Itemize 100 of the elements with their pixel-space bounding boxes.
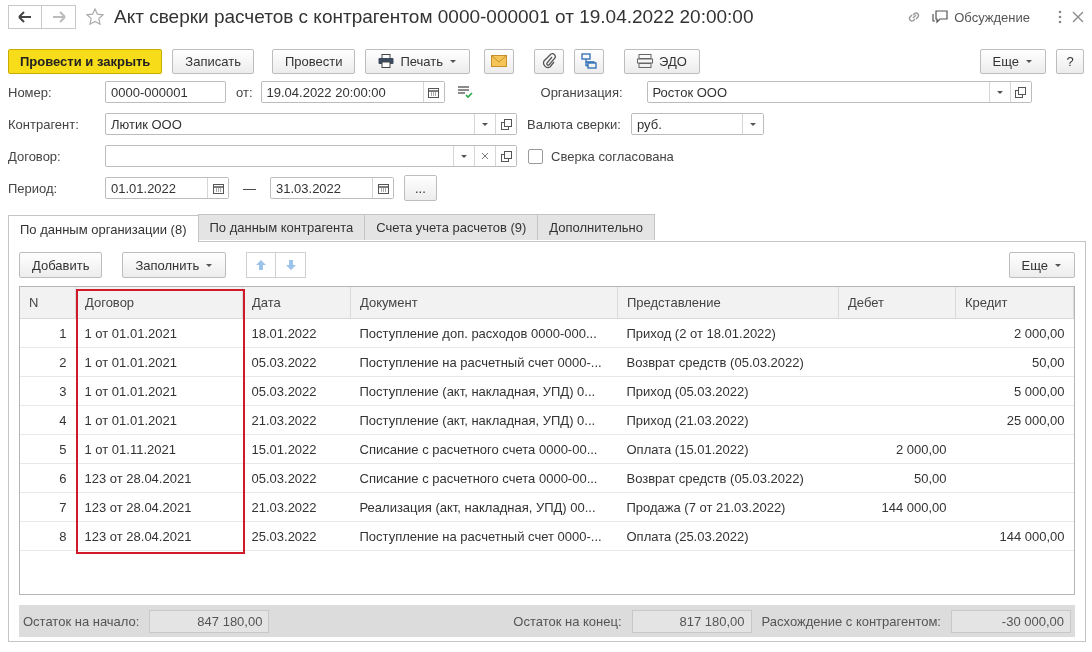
clear-icon: [481, 152, 489, 160]
back-button[interactable]: [8, 5, 42, 29]
column-header[interactable]: N: [20, 287, 76, 319]
right-arrow-icon: [51, 11, 66, 23]
printer-icon: [378, 54, 395, 68]
field-label: Валюта сверки:: [527, 116, 622, 132]
total-label: Остаток на начало:: [23, 613, 140, 629]
column-header[interactable]: Документ: [350, 287, 618, 319]
contract-field[interactable]: [105, 145, 517, 167]
field-label: Договор:: [8, 148, 62, 164]
table-cell: 2 000,00: [838, 434, 956, 464]
table-cell: 15.01.2022: [242, 434, 351, 464]
table-cell: 3: [20, 376, 76, 406]
email-button[interactable]: [484, 48, 514, 74]
post-and-close-button[interactable]: Провести и закрыть: [8, 48, 163, 74]
table-cell: 1 от 01.01.2021: [75, 376, 243, 406]
column-header[interactable]: Дебет: [838, 287, 956, 319]
table-cell: Продажа (7 от 21.03.2022): [617, 492, 839, 522]
table-cell: Оплата (15.01.2022): [617, 434, 839, 464]
move-down-button[interactable]: [276, 252, 307, 278]
total-value-field: 817 180,00: [631, 609, 752, 633]
structure-icon: [581, 53, 597, 69]
more-dots-icon[interactable]: [1058, 10, 1062, 24]
table-cell: 50,00: [838, 463, 956, 493]
paperclip-icon: [542, 53, 556, 69]
edo-button[interactable]: ЭДО: [624, 48, 700, 74]
currency-field[interactable]: руб.: [631, 113, 764, 135]
help-button[interactable]: ?: [1056, 48, 1084, 74]
open-button[interactable]: [1009, 82, 1031, 102]
tab[interactable]: Дополнительно: [537, 214, 655, 240]
period-end-field[interactable]: 31.03.2022: [270, 177, 394, 199]
counterparty-field[interactable]: Лютик ООО: [105, 113, 517, 135]
table-cell: 25 000,00: [955, 405, 1074, 435]
table-cell: Поступление (акт, накладная, УПД) 0...: [350, 405, 618, 435]
table-cell: 1 от 01.01.2021: [75, 318, 243, 348]
structure-button[interactable]: [574, 48, 604, 74]
period-start-field[interactable]: 01.01.2022: [105, 177, 229, 199]
envelope-icon: [491, 55, 507, 67]
number-field[interactable]: 0000-000001: [105, 81, 226, 103]
table-cell: 8: [20, 521, 76, 551]
calendar-button[interactable]: [207, 178, 228, 198]
open-button[interactable]: [495, 146, 516, 166]
table-cell: 4: [20, 405, 76, 435]
total-value-field: -30 000,00: [951, 609, 1071, 633]
total-label: Остаток на конец:: [513, 613, 622, 629]
table-cell: Реализация (акт, накладная, УПД) 00...: [350, 492, 618, 522]
field-label: Контрагент:: [8, 116, 80, 132]
table-cell: Поступление доп. расходов 0000-000...: [350, 318, 618, 348]
table-cell: 21.03.2022: [242, 492, 351, 522]
organization-field[interactable]: Росток ООО: [646, 81, 1032, 103]
table-cell: Списание с расчетного счета 0000-00...: [350, 463, 618, 493]
tab[interactable]: По данным контрагента: [197, 214, 366, 240]
field-label: Организация:: [540, 84, 624, 100]
close-icon[interactable]: [1072, 11, 1084, 23]
more-menu-button[interactable]: Еще: [1008, 252, 1075, 278]
open-button[interactable]: [495, 114, 516, 134]
column-header[interactable]: Кредит: [955, 287, 1074, 319]
calendar-icon: [428, 86, 439, 98]
move-up-button[interactable]: [246, 252, 277, 278]
table-cell: 50,00: [955, 347, 1074, 377]
fill-menu-button[interactable]: Заполнить: [122, 252, 227, 278]
print-menu-button[interactable]: Печать: [365, 48, 470, 74]
caret-icon: [1054, 262, 1062, 268]
calendar-button[interactable]: [422, 82, 444, 102]
table-cell: 21.03.2022: [242, 405, 351, 435]
table-cell: 144 000,00: [955, 521, 1074, 551]
table-cell: 1 от 01.01.2021: [75, 405, 243, 435]
column-header[interactable]: Дата: [242, 287, 351, 319]
document-check-icon[interactable]: [456, 85, 473, 99]
tab[interactable]: Счета учета расчетов (9): [364, 214, 539, 240]
agreed-checkbox[interactable]: Сверка согласована: [528, 148, 674, 164]
table-cell: 5: [20, 434, 76, 464]
column-header[interactable]: Представление: [617, 287, 839, 319]
caret-icon: [460, 153, 468, 159]
column-header[interactable]: Договор: [75, 287, 243, 319]
table-cell: Приход (2 от 18.01.2022): [617, 318, 839, 348]
table-cell: 18.01.2022: [242, 318, 351, 348]
toolbar-button[interactable]: Провести: [271, 48, 356, 74]
table-cell: 144 000,00: [838, 492, 956, 522]
window-title: Акт сверки расчетов с контрагентом 0000-000001 от 19.04.2022 20:00:00: [114, 6, 755, 28]
toolbar-button[interactable]: Записать: [172, 48, 254, 74]
add-button[interactable]: Добавить: [19, 252, 103, 278]
tab[interactable]: По данным организации (8): [8, 215, 199, 242]
star-icon[interactable]: [86, 8, 104, 26]
dropdown-button[interactable]: [742, 114, 763, 134]
period-select-button[interactable]: ...: [404, 175, 437, 201]
calendar-button[interactable]: [372, 178, 393, 198]
table-cell: Приход (21.03.2022): [617, 405, 839, 435]
table-cell: Поступление (акт, накладная, УПД) 0...: [350, 376, 618, 406]
open-window-icon: [500, 118, 512, 130]
table-cell: 2: [20, 347, 76, 377]
open-window-icon: [500, 150, 512, 162]
date-field[interactable]: 19.04.2022 20:00:00: [260, 81, 445, 103]
caret-icon: [205, 262, 214, 268]
attachment-button[interactable]: [534, 48, 564, 74]
calendar-icon: [212, 182, 224, 194]
caret-icon: [481, 121, 489, 127]
more-menu-button[interactable]: Еще: [979, 48, 1046, 74]
discussion-button[interactable]: Обсуждение: [932, 9, 1030, 25]
table-cell: 123 от 28.04.2021: [75, 492, 243, 522]
